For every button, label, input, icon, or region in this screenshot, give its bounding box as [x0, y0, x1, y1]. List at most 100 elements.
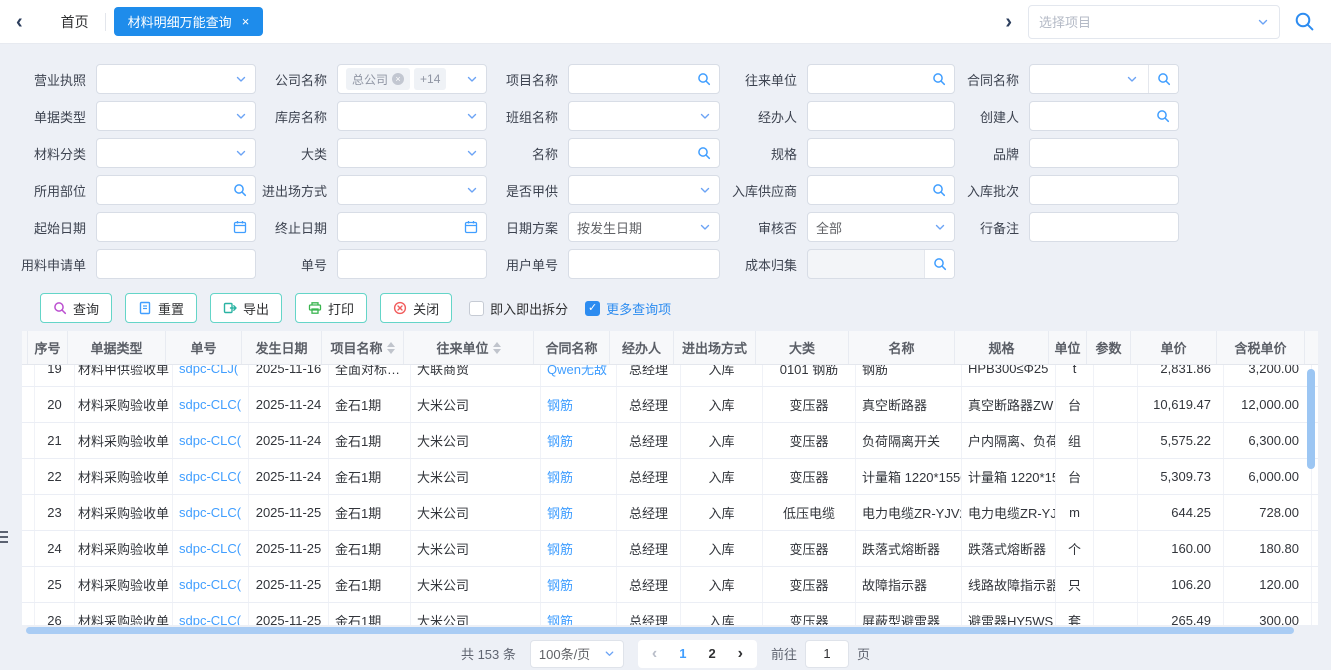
search-icon[interactable] — [932, 72, 946, 86]
cell-link[interactable]: sdpc-CLC( — [173, 603, 249, 625]
sort-icon[interactable] — [387, 342, 395, 354]
table-row[interactable]: 26材料采购验收单sdpc-CLC(2025-11-25金石1期大米公司钢筋总经… — [22, 603, 1318, 625]
export-button[interactable]: 导出 — [210, 293, 282, 323]
filter-select-3-2[interactable] — [568, 175, 720, 205]
filter-select-2-0[interactable] — [96, 138, 256, 168]
filter-date-4-0[interactable] — [96, 212, 256, 242]
project-select[interactable]: 选择项目 — [1028, 5, 1280, 39]
filter-input[interactable] — [1038, 183, 1170, 198]
filter-input-search-0-2[interactable] — [568, 64, 720, 94]
column-header-6[interactable]: 往来单位 — [404, 331, 534, 364]
cell-link[interactable]: 钢筋 — [541, 531, 617, 566]
table-row[interactable]: 20材料采购验收单sdpc-CLC(2025-11-24金石1期大米公司钢筋总经… — [22, 387, 1318, 423]
topbar-search-icon[interactable] — [1294, 11, 1315, 32]
search-icon[interactable] — [697, 146, 711, 160]
filter-input[interactable] — [1038, 220, 1170, 235]
vertical-scrollbar[interactable] — [1307, 369, 1315, 469]
filter-input-search-2-2[interactable] — [568, 138, 720, 168]
page-size-select[interactable]: 100条/页 — [530, 640, 624, 668]
cell-link[interactable]: 钢筋 — [541, 495, 617, 530]
horizontal-scrollbar[interactable] — [26, 627, 1301, 635]
filter-input[interactable] — [1038, 146, 1170, 161]
filter-input[interactable] — [816, 72, 928, 87]
filter-input[interactable] — [577, 72, 693, 87]
filter-input[interactable] — [105, 257, 247, 272]
filter-input[interactable] — [105, 183, 229, 198]
filter-date-4-1[interactable] — [337, 212, 487, 242]
filter-input[interactable] — [816, 109, 946, 124]
filter-input[interactable] — [346, 257, 478, 272]
search-icon[interactable] — [1148, 65, 1178, 93]
filter-input-search-3-0[interactable] — [96, 175, 256, 205]
cell-link[interactable]: Qwen无敌 — [541, 365, 617, 386]
filter-multiselect-0-1[interactable]: 总公司×+14 — [337, 64, 487, 94]
cell-link[interactable]: sdpc-CLC( — [173, 567, 249, 602]
filter-input[interactable] — [816, 146, 946, 161]
filter-select-search-0-4[interactable] — [1029, 64, 1179, 94]
query-button[interactable]: 查询 — [40, 293, 112, 323]
filter-input-5-1[interactable] — [337, 249, 487, 279]
table-row[interactable]: 23材料采购验收单sdpc-CLC(2025-11-25金石1期大米公司钢筋总经… — [22, 495, 1318, 531]
filter-input-4-4[interactable] — [1029, 212, 1179, 242]
calendar-icon[interactable] — [464, 220, 478, 234]
table-row[interactable]: 24材料采购验收单sdpc-CLC(2025-11-25金石1期大米公司钢筋总经… — [22, 531, 1318, 567]
filter-select-3-1[interactable] — [337, 175, 487, 205]
filter-input-5-2[interactable] — [568, 249, 720, 279]
table-row[interactable]: 25材料采购验收单sdpc-CLC(2025-11-25金石1期大米公司钢筋总经… — [22, 567, 1318, 603]
checkbox-checked-icon[interactable]: ✓ — [585, 301, 600, 316]
checkbox-split-inout[interactable]: 即入即出拆分 — [469, 299, 568, 318]
sort-icon[interactable] — [493, 342, 501, 354]
left-drawer-handle-icon[interactable] — [0, 522, 11, 552]
filter-input-search-1-4[interactable] — [1029, 101, 1179, 131]
table-row[interactable]: 19材料甲供验收单sdpc-CLJ(2025-11-16全面对标…大联商贸Qwe… — [22, 365, 1318, 387]
search-icon[interactable] — [924, 250, 954, 278]
filter-input[interactable] — [1038, 109, 1152, 124]
search-icon[interactable] — [697, 72, 711, 86]
cell-link[interactable]: 钢筋 — [541, 423, 617, 458]
calendar-icon[interactable] — [233, 220, 247, 234]
search-icon[interactable] — [932, 183, 946, 197]
filter-input-2-3[interactable] — [807, 138, 955, 168]
prev-page-icon[interactable]: ‹ — [652, 646, 657, 662]
cell-link[interactable]: 钢筋 — [541, 387, 617, 422]
close-button[interactable]: 关闭 — [380, 293, 452, 323]
filter-input-2-4[interactable] — [1029, 138, 1179, 168]
column-header-5[interactable]: 项目名称 — [322, 331, 404, 364]
search-icon[interactable] — [1156, 109, 1170, 123]
filter-input[interactable] — [816, 183, 928, 198]
cell-link[interactable]: sdpc-CLC( — [173, 459, 249, 494]
filter-input-search-0-3[interactable] — [807, 64, 955, 94]
tab-close-icon[interactable]: × — [242, 15, 250, 28]
cell-link[interactable]: sdpc-CLC( — [173, 423, 249, 458]
reset-button[interactable]: 重置 — [125, 293, 197, 323]
forward-icon[interactable]: › — [1005, 12, 1012, 32]
filter-select-4-3[interactable]: 全部 — [807, 212, 955, 242]
filter-input-disabled-search-5-3[interactable] — [807, 249, 955, 279]
tag-close-icon[interactable]: × — [392, 73, 404, 85]
page-number-2[interactable]: 2 — [708, 646, 715, 661]
table-row[interactable]: 21材料采购验收单sdpc-CLC(2025-11-24金石1期大米公司钢筋总经… — [22, 423, 1318, 459]
checkbox-more-query-items[interactable]: ✓更多查询项 — [585, 299, 671, 318]
back-icon[interactable]: ‹ — [16, 12, 23, 32]
filter-input-5-0[interactable] — [96, 249, 256, 279]
search-icon[interactable] — [233, 183, 247, 197]
filter-select-1-2[interactable] — [568, 101, 720, 131]
date-input[interactable] — [346, 220, 460, 235]
filter-select-4-2[interactable]: 按发生日期 — [568, 212, 720, 242]
filter-input[interactable] — [577, 146, 693, 161]
horizontal-scrollbar-thumb[interactable] — [26, 627, 1294, 634]
tab-home[interactable]: 首页 — [49, 12, 101, 32]
next-page-icon[interactable]: › — [738, 646, 743, 662]
filter-select-2-1[interactable] — [337, 138, 487, 168]
date-input[interactable] — [105, 220, 229, 235]
tab-active-material-query[interactable]: 材料明细万能查询 × — [114, 7, 264, 36]
cell-link[interactable]: sdpc-CLC( — [173, 387, 249, 422]
cell-link[interactable]: 钢筋 — [541, 603, 617, 625]
filter-input-1-3[interactable] — [807, 101, 955, 131]
checkbox-unchecked-icon[interactable] — [469, 301, 484, 316]
cell-link[interactable]: 钢筋 — [541, 459, 617, 494]
filter-input-search-3-3[interactable] — [807, 175, 955, 205]
filter-select-1-0[interactable] — [96, 101, 256, 131]
page-number-1[interactable]: 1 — [679, 646, 686, 661]
filter-input-3-4[interactable] — [1029, 175, 1179, 205]
